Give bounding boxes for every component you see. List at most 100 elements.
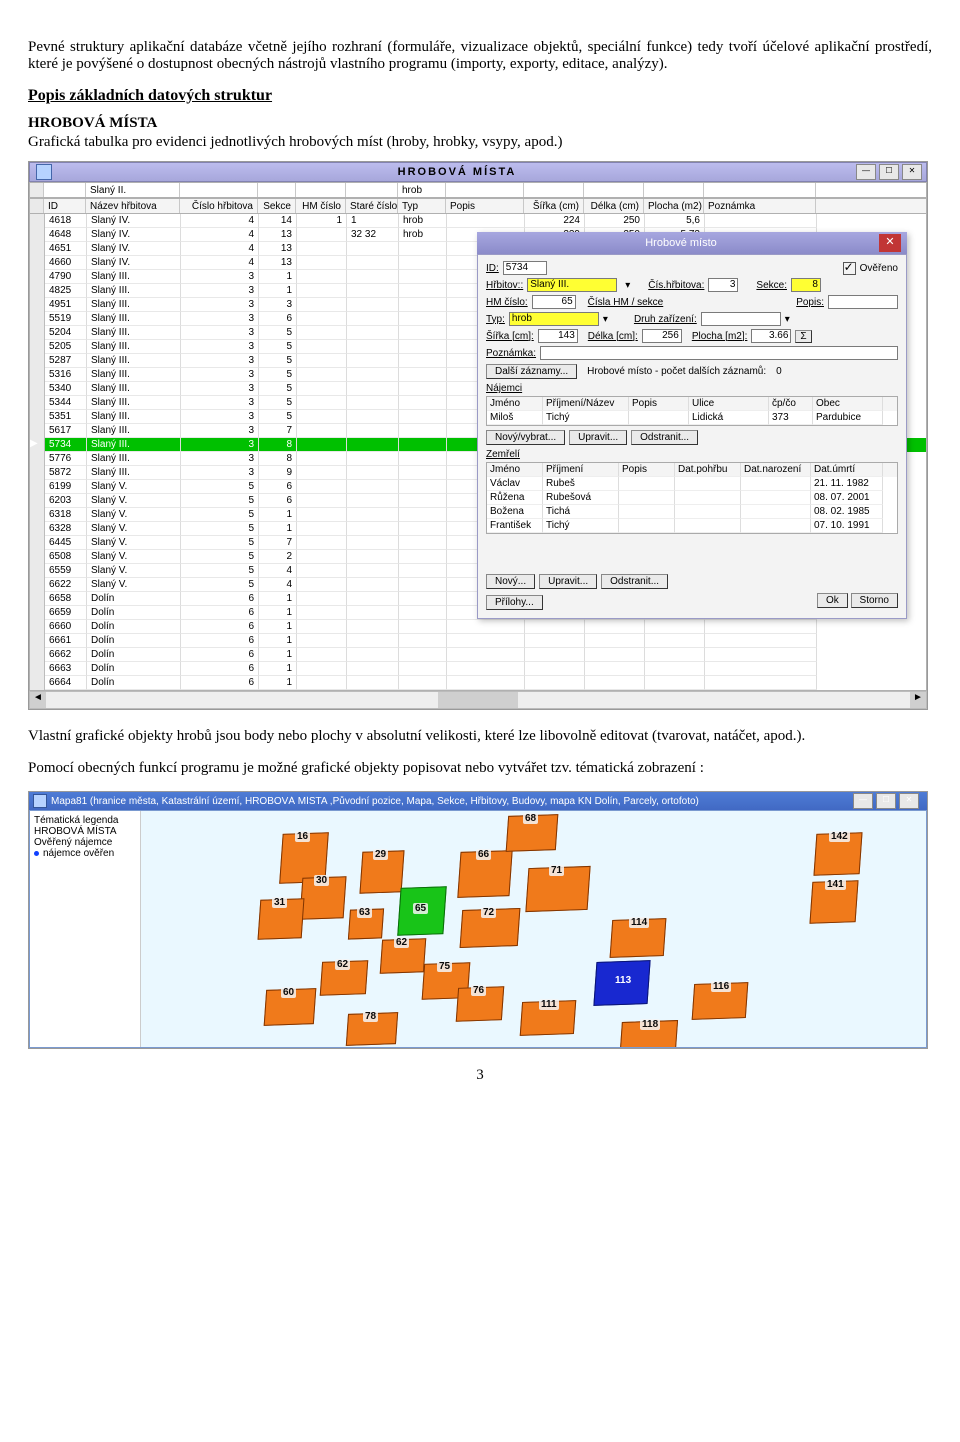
typ-field[interactable]: hrob — [509, 312, 599, 326]
filter-plocha[interactable] — [644, 183, 704, 197]
druh-field[interactable] — [701, 312, 781, 326]
row-selector[interactable] — [30, 326, 45, 340]
hdr-typ[interactable]: Typ — [398, 199, 446, 213]
row-selector[interactable] — [30, 536, 45, 550]
hdr-sek[interactable]: Sekce — [258, 199, 296, 213]
typ-dropdown-icon[interactable]: ▾ — [603, 314, 608, 325]
id-field[interactable]: 5734 — [503, 261, 547, 275]
filter-typ[interactable]: hrob — [398, 183, 446, 197]
row-selector[interactable] — [30, 256, 45, 270]
hdr-ch[interactable]: Číslo hřbitova — [180, 199, 258, 213]
hdr-sirka[interactable]: Šířka (cm) — [524, 199, 584, 213]
row-selector[interactable] — [30, 396, 45, 410]
table-row[interactable]: 6663Dolín61 — [30, 662, 926, 676]
dialog-titlebar[interactable]: Hrobové místo ✕ — [477, 232, 907, 254]
row-selector[interactable] — [30, 424, 45, 438]
horizontal-scrollbar[interactable]: ◄ ► — [29, 691, 927, 709]
row-selector[interactable] — [30, 676, 45, 690]
row-selector[interactable] — [30, 508, 45, 522]
table-row[interactable]: 6661Dolín61 — [30, 634, 926, 648]
row-selector[interactable] — [30, 242, 45, 256]
hdr-stare[interactable]: Staré číslo — [346, 199, 398, 213]
sigma-button[interactable]: Σ — [795, 330, 811, 343]
table-row[interactable]: 6662Dolín61 — [30, 648, 926, 662]
hdr-plocha[interactable]: Plocha (m2) — [644, 199, 704, 213]
row-selector[interactable] — [30, 592, 45, 606]
row-selector[interactable] — [30, 284, 45, 298]
scroll-left-icon[interactable]: ◄ — [30, 692, 46, 708]
zemreli-row[interactable]: BoženaTichá08. 02. 1985 — [487, 505, 897, 519]
row-selector[interactable] — [30, 368, 45, 382]
sekce-field[interactable]: 8 — [791, 278, 821, 292]
row-selector[interactable] — [30, 564, 45, 578]
zemreli-row[interactable]: RůženaRubešová08. 07. 2001 — [487, 491, 897, 505]
hdr-pozn[interactable]: Poznámka — [704, 199, 816, 213]
map-maximize-button[interactable]: ☐ — [876, 793, 896, 809]
close-button[interactable]: ✕ — [902, 164, 922, 180]
filter-id[interactable] — [44, 183, 86, 197]
row-selector[interactable] — [30, 382, 45, 396]
sirka-field[interactable]: 143 — [538, 329, 578, 343]
row-selector[interactable] — [30, 578, 45, 592]
row-selector[interactable] — [30, 410, 45, 424]
filter-popis[interactable] — [446, 183, 524, 197]
row-selector[interactable] — [30, 634, 45, 648]
row-selector[interactable] — [30, 648, 45, 662]
zemreli-row[interactable]: FrantišekTichý07. 10. 1991 — [487, 519, 897, 533]
overeno-checkbox[interactable] — [843, 262, 856, 275]
scroll-thumb[interactable] — [438, 692, 518, 708]
table-row[interactable]: 6664Dolín61 — [30, 676, 926, 690]
filter-sek[interactable] — [258, 183, 296, 197]
plocha-field[interactable]: 3.66 — [751, 329, 791, 343]
filter-pozn[interactable] — [704, 183, 816, 197]
cishrb-field[interactable]: 3 — [708, 278, 738, 292]
hdr-hm[interactable]: HM číslo — [296, 199, 346, 213]
map-close-button[interactable]: ✕ — [899, 793, 919, 809]
filter-ch[interactable] — [180, 183, 258, 197]
hdr-id[interactable]: ID — [44, 199, 86, 213]
hdr-popis[interactable]: Popis — [446, 199, 524, 213]
map-canvas[interactable]: 1629303163656668717262626075767811111311… — [141, 811, 926, 1047]
dalsi-zaznamy-button[interactable]: Další záznamy... — [486, 364, 577, 379]
odstranit-button[interactable]: Odstranit... — [631, 430, 698, 445]
row-selector[interactable] — [30, 354, 45, 368]
upravit2-button[interactable]: Upravit... — [539, 574, 597, 589]
filter-delka[interactable] — [584, 183, 644, 197]
map-titlebar[interactable]: Mapa81 (hranice města, Katastrální území… — [29, 792, 927, 810]
row-selector[interactable] — [30, 340, 45, 354]
hrbitov-field[interactable]: Slaný III. — [527, 278, 617, 292]
table-row[interactable]: 6660Dolín61 — [30, 620, 926, 634]
row-selector[interactable] — [30, 466, 45, 480]
filter-name[interactable]: Slaný II. — [86, 183, 180, 197]
storno-button[interactable]: Storno — [851, 593, 898, 608]
map-minimize-button[interactable]: — — [853, 793, 873, 809]
row-selector[interactable] — [30, 214, 45, 228]
row-selector[interactable] — [30, 494, 45, 508]
window-titlebar[interactable]: HROBOVÁ MÍSTA — ☐ ✕ — [29, 162, 927, 182]
row-selector[interactable] — [30, 480, 45, 494]
druh-dropdown-icon[interactable]: ▾ — [785, 314, 790, 325]
row-selector[interactable] — [30, 298, 45, 312]
table-row[interactable]: 4618Slaný IV.41411hrob2242505,6 — [30, 214, 926, 228]
novy-button[interactable]: Nový... — [486, 574, 535, 589]
minimize-button[interactable]: — — [856, 164, 876, 180]
zemreli-row[interactable]: VáclavRubeš21. 11. 1982 — [487, 477, 897, 491]
dropdown-icon[interactable]: ▾ — [625, 280, 630, 291]
row-selector[interactable] — [30, 228, 45, 242]
row-selector[interactable] — [30, 606, 45, 620]
prilohy-button[interactable]: Přílohy... — [486, 595, 543, 610]
popis-field[interactable] — [828, 295, 898, 309]
hmcislo-field[interactable]: 65 — [532, 295, 576, 309]
novy-vybrat-button[interactable]: Nový/vybrat... — [486, 430, 565, 445]
row-selector[interactable] — [30, 312, 45, 326]
scroll-right-icon[interactable]: ► — [910, 692, 926, 708]
row-selector[interactable] — [30, 522, 45, 536]
ok-button[interactable]: Ok — [817, 593, 848, 608]
filter-sirka[interactable] — [524, 183, 584, 197]
dialog-close-button[interactable]: ✕ — [879, 234, 901, 252]
row-selector[interactable] — [30, 452, 45, 466]
row-selector[interactable]: ▶ — [30, 438, 45, 452]
filter-hm[interactable] — [296, 183, 346, 197]
hdr-name[interactable]: Název hřbitova — [86, 199, 180, 213]
filter-stare[interactable] — [346, 183, 398, 197]
